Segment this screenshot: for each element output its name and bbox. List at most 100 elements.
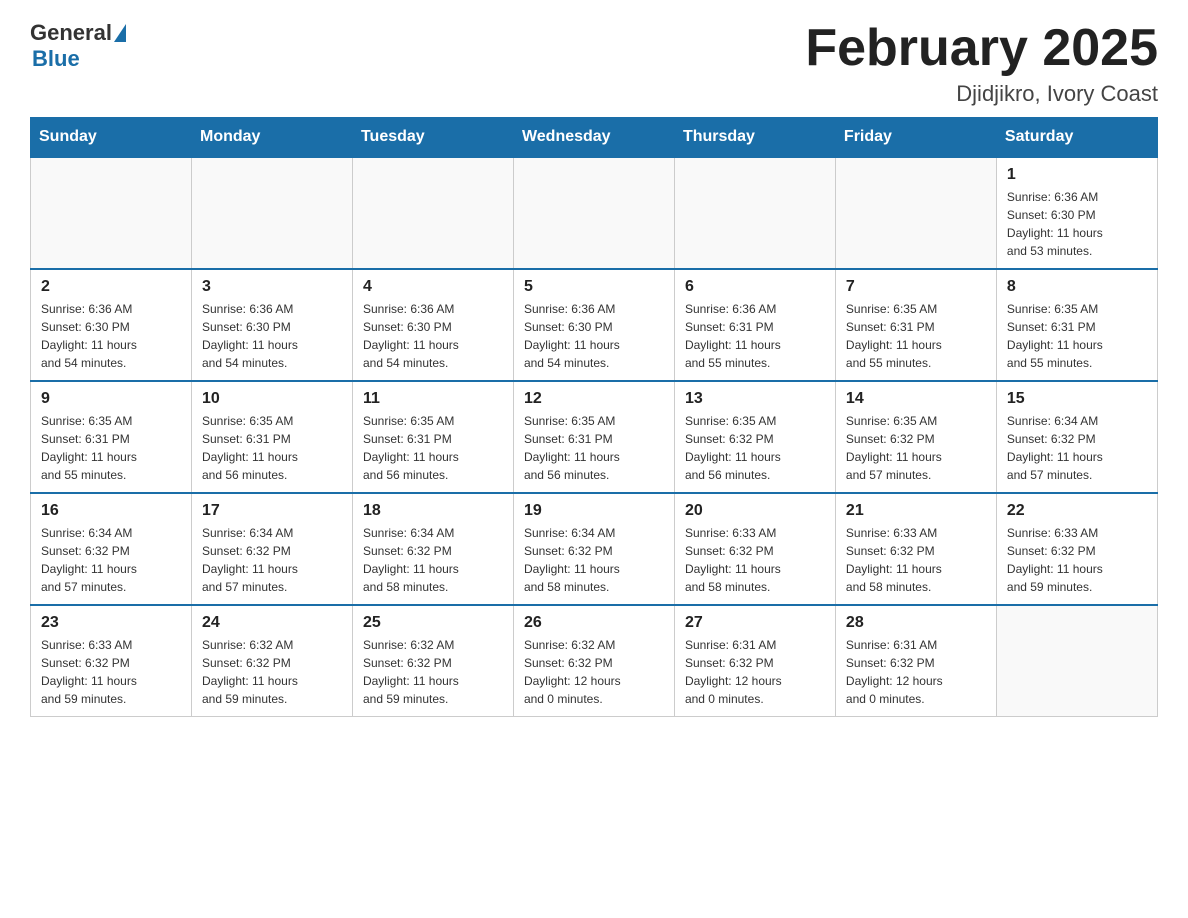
day-number: 2 — [41, 278, 181, 296]
day-cell: 19Sunrise: 6:34 AMSunset: 6:32 PMDayligh… — [513, 493, 674, 605]
day-info: Sunrise: 6:35 AMSunset: 6:31 PMDaylight:… — [41, 412, 181, 484]
day-cell: 23 Sunrise: 6:33 AMSunset: 6:32 PMDayligh… — [31, 605, 192, 717]
day-number: 22 — [1007, 502, 1147, 520]
weekday-header-friday: Friday — [835, 118, 996, 158]
day-cell: 21Sunrise: 6:33 AMSunset: 6:32 PMDayligh… — [835, 493, 996, 605]
day-cell: 3Sunrise: 6:36 AMSunset: 6:30 PMDaylight… — [191, 269, 352, 381]
day-number: 17 — [202, 502, 342, 520]
day-cell: 15 Sunrise: 6:34 AMSunset: 6:32 PMDayligh… — [996, 381, 1157, 493]
day-cell: 10Sunrise: 6:35 AMSunset: 6:31 PMDayligh… — [191, 381, 352, 493]
weekday-header-thursday: Thursday — [674, 118, 835, 158]
day-number: 27 — [685, 614, 825, 632]
weekday-header-sunday: Sunday — [31, 118, 192, 158]
day-info: Sunrise: 6:34 AMSunset: 6:32 PMDaylight:… — [202, 524, 342, 596]
calendar: SundayMondayTuesdayWednesdayThursdayFrid… — [30, 117, 1158, 717]
day-info: Sunrise: 6:31 AMSunset: 6:32 PMDaylight:… — [846, 636, 986, 708]
day-cell: 13Sunrise: 6:35 AMSunset: 6:32 PMDayligh… — [674, 381, 835, 493]
day-cell — [31, 157, 192, 269]
day-cell — [352, 157, 513, 269]
day-number: 11 — [363, 390, 503, 408]
day-cell: 4 Sunrise: 6:36 AMSunset: 6:30 PMDaylight… — [352, 269, 513, 381]
week-row-3: 9 Sunrise: 6:35 AMSunset: 6:31 PMDaylight… — [31, 381, 1158, 493]
day-number: 9 — [41, 390, 181, 408]
day-number: 16 — [41, 502, 181, 520]
day-info: Sunrise: 6:32 AMSunset: 6:32 PMDaylight:… — [524, 636, 664, 708]
day-number: 20 — [685, 502, 825, 520]
day-cell: 8Sunrise: 6:35 AMSunset: 6:31 PMDaylight… — [996, 269, 1157, 381]
day-cell: 20 Sunrise: 6:33 AMSunset: 6:32 PMDayligh… — [674, 493, 835, 605]
day-cell — [674, 157, 835, 269]
day-info: Sunrise: 6:36 AMSunset: 6:30 PMDaylight:… — [363, 300, 503, 372]
day-info: Sunrise: 6:31 AMSunset: 6:32 PMDaylight:… — [685, 636, 825, 708]
weekday-header-monday: Monday — [191, 118, 352, 158]
day-cell: 24 Sunrise: 6:32 AMSunset: 6:32 PMDayligh… — [191, 605, 352, 717]
day-cell: 6 Sunrise: 6:36 AMSunset: 6:31 PMDaylight… — [674, 269, 835, 381]
day-number: 7 — [846, 278, 986, 296]
weekday-header-tuesday: Tuesday — [352, 118, 513, 158]
day-cell: 16Sunrise: 6:34 AMSunset: 6:32 PMDayligh… — [31, 493, 192, 605]
day-number: 12 — [524, 390, 664, 408]
day-cell — [513, 157, 674, 269]
weekday-header-wednesday: Wednesday — [513, 118, 674, 158]
day-cell: 22 Sunrise: 6:33 AMSunset: 6:32 PMDayligh… — [996, 493, 1157, 605]
week-row-2: 2 Sunrise: 6:36 AMSunset: 6:30 PMDaylight… — [31, 269, 1158, 381]
day-info: Sunrise: 6:32 AMSunset: 6:32 PMDaylight:… — [363, 636, 503, 708]
day-number: 10 — [202, 390, 342, 408]
day-cell: 28 Sunrise: 6:31 AMSunset: 6:32 PMDayligh… — [835, 605, 996, 717]
day-cell — [996, 605, 1157, 717]
day-number: 1 — [1007, 166, 1147, 184]
weekday-header-saturday: Saturday — [996, 118, 1157, 158]
title-area: February 2025 Djidjikro, Ivory Coast — [805, 20, 1158, 107]
day-info: Sunrise: 6:33 AMSunset: 6:32 PMDaylight:… — [1007, 524, 1147, 596]
day-cell: 25 Sunrise: 6:32 AMSunset: 6:32 PMDayligh… — [352, 605, 513, 717]
day-cell: 26 Sunrise: 6:32 AMSunset: 6:32 PMDayligh… — [513, 605, 674, 717]
day-info: Sunrise: 6:36 AMSunset: 6:30 PMDaylight:… — [202, 300, 342, 372]
day-number: 18 — [363, 502, 503, 520]
day-cell: 12 Sunrise: 6:35 AMSunset: 6:31 PMDayligh… — [513, 381, 674, 493]
week-row-5: 23 Sunrise: 6:33 AMSunset: 6:32 PMDayligh… — [31, 605, 1158, 717]
day-cell — [191, 157, 352, 269]
day-number: 19 — [524, 502, 664, 520]
day-number: 6 — [685, 278, 825, 296]
logo: General Blue — [30, 20, 128, 72]
day-info: Sunrise: 6:33 AMSunset: 6:32 PMDaylight:… — [846, 524, 986, 596]
month-title: February 2025 — [805, 20, 1158, 77]
day-number: 26 — [524, 614, 664, 632]
day-info: Sunrise: 6:32 AMSunset: 6:32 PMDaylight:… — [202, 636, 342, 708]
day-number: 28 — [846, 614, 986, 632]
day-cell: 17 Sunrise: 6:34 AMSunset: 6:32 PMDayligh… — [191, 493, 352, 605]
day-info: Sunrise: 6:35 AMSunset: 6:31 PMDaylight:… — [524, 412, 664, 484]
day-info: Sunrise: 6:34 AMSunset: 6:32 PMDaylight:… — [1007, 412, 1147, 484]
day-cell — [835, 157, 996, 269]
day-cell: 14Sunrise: 6:35 AMSunset: 6:32 PMDayligh… — [835, 381, 996, 493]
day-info: Sunrise: 6:33 AMSunset: 6:32 PMDaylight:… — [685, 524, 825, 596]
logo-blue-text: Blue — [32, 46, 80, 72]
day-info: Sunrise: 6:35 AMSunset: 6:31 PMDaylight:… — [1007, 300, 1147, 372]
day-cell: 1 Sunrise: 6:36 AMSunset: 6:30 PMDaylight… — [996, 157, 1157, 269]
day-number: 15 — [1007, 390, 1147, 408]
weekday-header-row: SundayMondayTuesdayWednesdayThursdayFrid… — [31, 118, 1158, 158]
day-number: 4 — [363, 278, 503, 296]
day-info: Sunrise: 6:36 AMSunset: 6:31 PMDaylight:… — [685, 300, 825, 372]
day-cell: 9 Sunrise: 6:35 AMSunset: 6:31 PMDaylight… — [31, 381, 192, 493]
header: General Blue February 2025 Djidjikro, Iv… — [30, 20, 1158, 107]
day-info: Sunrise: 6:34 AMSunset: 6:32 PMDaylight:… — [363, 524, 503, 596]
day-info: Sunrise: 6:35 AMSunset: 6:31 PMDaylight:… — [363, 412, 503, 484]
day-number: 5 — [524, 278, 664, 296]
day-number: 23 — [41, 614, 181, 632]
day-number: 25 — [363, 614, 503, 632]
day-cell: 27 Sunrise: 6:31 AMSunset: 6:32 PMDayligh… — [674, 605, 835, 717]
location: Djidjikro, Ivory Coast — [805, 81, 1158, 107]
day-number: 13 — [685, 390, 825, 408]
day-cell: 2 Sunrise: 6:36 AMSunset: 6:30 PMDaylight… — [31, 269, 192, 381]
day-info: Sunrise: 6:35 AMSunset: 6:31 PMDaylight:… — [846, 300, 986, 372]
day-info: Sunrise: 6:36 AMSunset: 6:30 PMDaylight:… — [1007, 188, 1147, 260]
day-number: 24 — [202, 614, 342, 632]
week-row-4: 16 Sunrise: 6:34 AMSunset: 6:32 PMDayligh… — [31, 493, 1158, 605]
day-info: Sunrise: 6:36 AMSunset: 6:30 PMDaylight:… — [41, 300, 181, 372]
day-number: 14 — [846, 390, 986, 408]
day-cell: 18 Sunrise: 6:34 AMSunset: 6:32 PMDayligh… — [352, 493, 513, 605]
logo-general-text: General — [30, 20, 112, 46]
week-row-1: 1 Sunrise: 6:36 AMSunset: 6:30 PMDaylight… — [31, 157, 1158, 269]
day-info: Sunrise: 6:33 AMSunset: 6:32 PMDaylight:… — [41, 636, 181, 708]
